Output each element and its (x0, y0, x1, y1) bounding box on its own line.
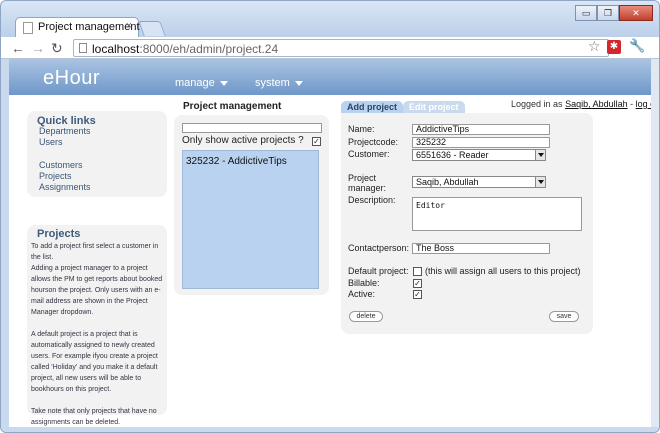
window-bottom-edge (1, 427, 659, 432)
new-tab-button[interactable] (138, 21, 166, 36)
project-manager-value: Saqib, Abdullah (416, 177, 479, 187)
bookmark-star-icon[interactable]: ☆ (588, 38, 601, 55)
back-icon[interactable]: ← (11, 39, 25, 57)
active-label: Active: (348, 289, 376, 299)
dropdown-arrow-icon (535, 177, 545, 187)
active-projects-label: Only show active projects ? (182, 135, 304, 146)
active-checkbox[interactable]: ✓ (413, 290, 422, 299)
description-textarea[interactable]: Editor (412, 197, 582, 231)
name-input[interactable]: AddictiveTips (412, 124, 550, 135)
app-logo[interactable]: eHour (43, 67, 100, 90)
projects-help-title: Projects (37, 228, 81, 240)
minimize-button[interactable]: ▭ (575, 5, 597, 21)
tab-edit-project[interactable]: Edit project (403, 101, 465, 113)
projectcode-input[interactable]: 325232 (412, 137, 550, 148)
nav-system-label: system (255, 77, 290, 89)
projectcode-label: Projectcode: (348, 137, 399, 147)
title-bar: Project management × ▭ ❐ ✕ (1, 1, 659, 37)
maximize-button[interactable]: ❐ (597, 5, 619, 21)
project-manager-label-line1: Project (348, 173, 377, 183)
project-filter-input[interactable] (182, 123, 322, 133)
logged-in-prefix: Logged in as (511, 99, 563, 109)
projects-help-text: To add a project first select a customer… (31, 243, 163, 426)
dropdown-arrow-icon (535, 150, 545, 160)
name-label: Name: (348, 124, 375, 134)
tab-add-project[interactable]: Add project (341, 101, 404, 113)
customer-value: 6551636 - Reader (416, 150, 489, 160)
projects-help-panel: Projects To add a project first select a… (27, 225, 167, 426)
caret-down-icon (294, 80, 303, 86)
contactperson-label: Contactperson: (348, 243, 410, 253)
tab-close-icon[interactable]: × (126, 20, 132, 32)
browser-tab[interactable]: Project management × (15, 17, 140, 37)
extension-icon[interactable]: ✱ (607, 40, 621, 54)
customer-select[interactable]: 6551636 - Reader (412, 149, 546, 161)
quick-link-customers[interactable]: Customers (39, 160, 83, 170)
project-form: Name: AddictiveTips Projectcode: 325232 … (341, 113, 593, 334)
page-icon (23, 22, 33, 34)
quick-links-panel: Quick links Departments Users Customers … (27, 111, 167, 197)
project-manager-label-line2: manager: (348, 183, 387, 193)
browser-toolbar: ← → ↻ localhost:8000/eh/admin/project.24… (1, 37, 659, 59)
address-bar[interactable]: localhost:8000/eh/admin/project.24 (73, 39, 609, 57)
user-name-link[interactable]: Saqib, Abdullah (565, 99, 628, 109)
close-button[interactable]: ✕ (619, 5, 653, 21)
app-header: eHour manage system (9, 59, 653, 95)
default-project-checkbox[interactable] (413, 267, 422, 276)
nav-manage[interactable]: manage (175, 77, 228, 89)
logged-separator: - (630, 99, 634, 109)
browser-window: Project management × ▭ ❐ ✕ ← → ↻ localho… (0, 0, 660, 433)
page-content: eHour manage system Logged in as Saqib, … (9, 59, 653, 427)
default-project-note: (this will assign all users to this proj… (425, 266, 581, 276)
quick-link-departments[interactable]: Departments (39, 126, 91, 136)
quick-link-assignments[interactable]: Assignments (39, 182, 91, 192)
billable-checkbox[interactable]: ✓ (413, 279, 422, 288)
save-button[interactable]: save (549, 311, 579, 322)
list-item[interactable]: 325232 - AddictiveTips (186, 156, 287, 167)
active-projects-checkbox[interactable]: ✓ (312, 137, 321, 146)
nav-system[interactable]: system (255, 77, 303, 89)
reload-icon[interactable]: ↻ (51, 39, 63, 57)
project-manager-select[interactable]: Saqib, Abdullah (412, 176, 546, 188)
default-project-label: Default project: (348, 266, 409, 276)
project-list-panel: Only show active projects ? ✓ 325232 - A… (174, 115, 329, 295)
billable-label: Billable: (348, 278, 380, 288)
tab-title: Project management (38, 21, 140, 33)
window-controls: ▭ ❐ ✕ (575, 5, 653, 21)
delete-button[interactable]: delete (349, 311, 383, 322)
project-management-title: Project management (183, 101, 282, 112)
url-host: localhost (92, 42, 140, 56)
url-text: localhost:8000/eh/admin/project.24 (92, 42, 278, 56)
quick-link-users[interactable]: Users (39, 137, 63, 147)
project-list[interactable]: 325232 - AddictiveTips (182, 150, 319, 289)
quick-link-projects[interactable]: Projects (39, 171, 72, 181)
logged-in-info: Logged in as Saqib, Abdullah - log off (511, 99, 653, 109)
customer-label: Customer: (348, 149, 390, 159)
page-icon (79, 43, 87, 53)
window-right-edge (651, 59, 659, 427)
caret-down-icon (219, 80, 228, 86)
contactperson-input[interactable]: The Boss (412, 243, 550, 254)
description-label: Description: (348, 195, 396, 205)
wrench-icon[interactable]: 🔧 (629, 38, 645, 54)
nav-manage-label: manage (175, 77, 215, 89)
forward-icon[interactable]: → (31, 39, 45, 57)
url-path: :8000/eh/admin/project.24 (139, 42, 279, 56)
